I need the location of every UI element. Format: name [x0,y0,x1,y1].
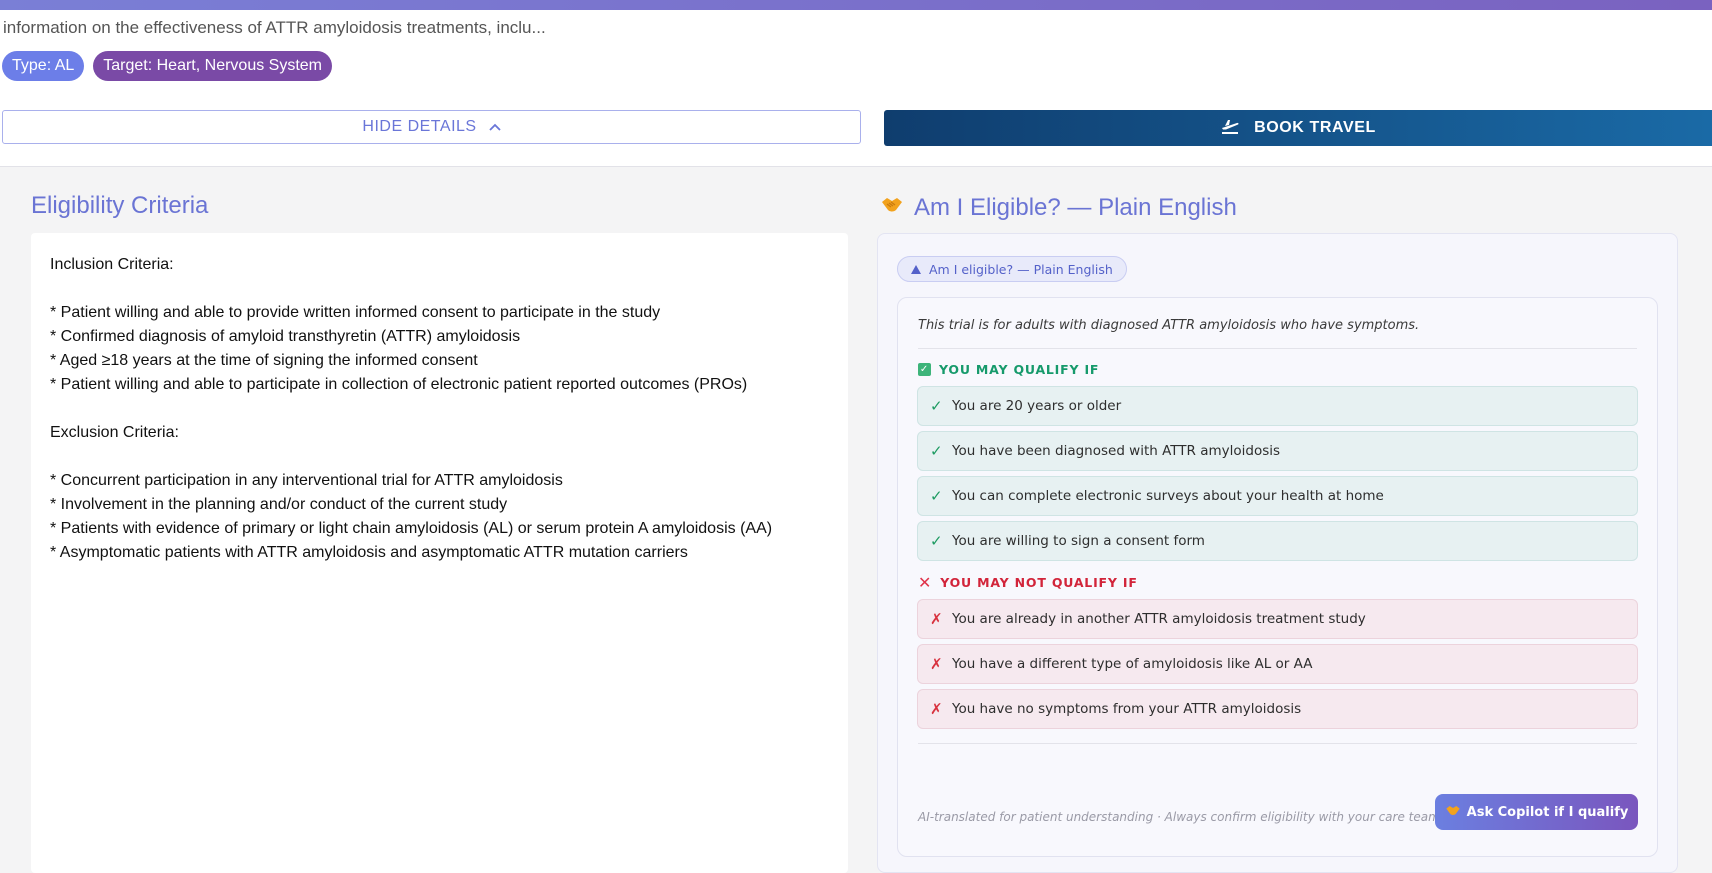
qualify-item: ✓ You have been diagnosed with ATTR amyl… [917,431,1638,471]
plain-english-intro: This trial is for adults with diagnosed … [918,318,1420,333]
qualify-item-text: You are 20 years or older [952,398,1122,414]
ask-copilot-label: Ask Copilot if I qualify [1466,804,1629,820]
plain-english-card: This trial is for adults with diagnosed … [897,297,1658,857]
qualify-item: ✓ You can complete electronic surveys ab… [917,476,1638,516]
hide-details-button[interactable]: HIDE DETAILS [2,110,861,144]
cross-icon: ✗ [930,700,943,718]
check-icon: ✓ [930,532,943,550]
checkbox-icon: ✓ [918,363,931,376]
target-tag: Target: Heart, Nervous System [93,51,333,81]
type-tag: Type: AL [2,51,85,81]
cross-icon: ✗ [930,610,943,628]
qualify-label: YOU MAY QUALIFY IF [939,362,1100,377]
handshake-icon [1445,802,1461,822]
qualify-item: ✓ You are 20 years or older [917,386,1638,426]
not-qualify-item-text: You have a different type of amyloidosis… [952,656,1313,672]
hide-details-label: HIDE DETAILS [362,118,477,135]
plain-english-panel: Am I eligible? — Plain English This tria… [877,233,1678,873]
not-qualify-heading: ✕ YOU MAY NOT QUALIFY IF [918,573,1138,592]
trial-header: information on the effectiveness of ATTR… [0,10,1712,167]
book-travel-label: BOOK TRAVEL [1254,119,1376,136]
airplane-takeoff-icon [1220,117,1240,140]
not-qualify-item-text: You have no symptoms from your ATTR amyl… [952,701,1302,717]
not-qualify-item: ✗ You have no symptoms from your ATTR am… [917,689,1638,729]
divider [918,348,1637,349]
qualify-item-text: You can complete electronic surveys abou… [952,488,1384,504]
qualify-item-text: You have been diagnosed with ATTR amyloi… [952,443,1281,459]
ask-copilot-button[interactable]: Ask Copilot if I qualify [1435,794,1638,830]
check-icon: ✓ [930,442,943,460]
tag-list: Type: AL Target: Heart, Nervous System [2,51,333,81]
top-accent-bar [0,0,1712,10]
plain-english-toggle[interactable]: Am I eligible? — Plain English [897,256,1127,282]
ai-translation-note: AI-translated for patient understanding … [918,810,1440,824]
check-icon: ✓ [930,397,943,415]
plain-english-toggle-label: Am I eligible? — Plain English [929,261,1113,277]
chevron-up-icon [488,118,501,136]
not-qualify-item: ✗ You are already in another ATTR amyloi… [917,599,1638,639]
not-qualify-label: YOU MAY NOT QUALIFY IF [940,575,1138,590]
cross-icon: ✗ [930,655,943,673]
divider [918,743,1637,744]
qualify-heading: ✓ YOU MAY QUALIFY IF [918,362,1099,377]
eligibility-criteria-panel: Inclusion Criteria: * Patient willing an… [31,233,848,873]
eligibility-criteria-title: Eligibility Criteria [31,192,209,219]
eligibility-criteria-text: Inclusion Criteria: * Patient willing an… [50,256,773,561]
qualify-item: ✓ You are willing to sign a consent form [917,521,1638,561]
triangle-up-icon [911,262,921,277]
check-icon: ✓ [930,487,943,505]
cross-icon: ✕ [918,573,933,592]
not-qualify-item: ✗ You have a different type of amyloidos… [917,644,1638,684]
not-qualify-item-text: You are already in another ATTR amyloido… [952,611,1366,627]
handshake-icon [880,192,904,223]
qualify-item-text: You are willing to sign a consent form [952,533,1205,549]
trial-description: information on the effectiveness of ATTR… [3,18,546,37]
plain-english-title: Am I Eligible? — Plain English [914,193,1237,221]
plain-english-heading: Am I Eligible? — Plain English [880,192,1237,223]
book-travel-button[interactable]: BOOK TRAVEL [884,110,1712,146]
